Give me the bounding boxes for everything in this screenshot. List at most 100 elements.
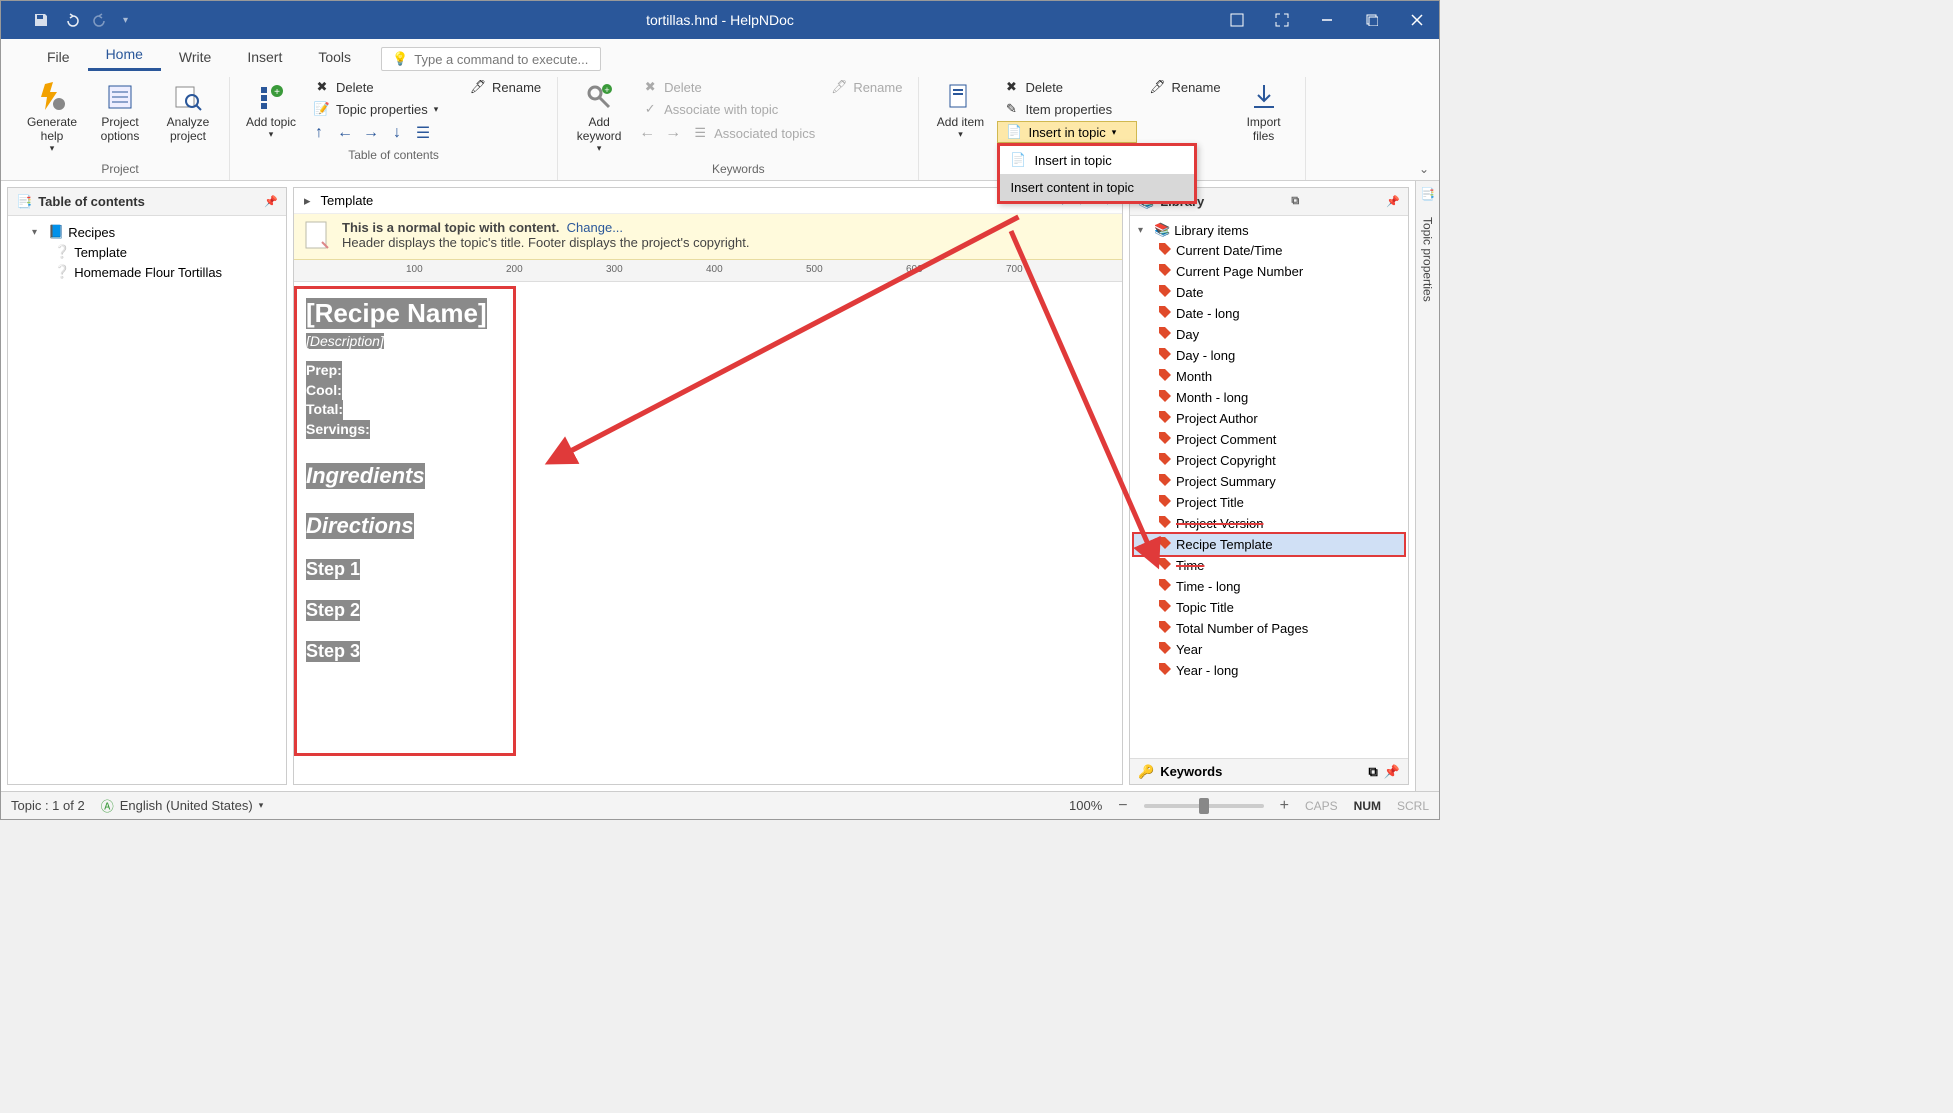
caps-indicator: CAPS [1305, 799, 1338, 813]
toc-move-up[interactable]: ↑ [308, 123, 330, 143]
generate-help-button[interactable]: Generate help▾ [21, 77, 83, 158]
toc-item-tortillas[interactable]: ❔Homemade Flour Tortillas [14, 262, 280, 282]
save-icon[interactable] [33, 12, 49, 28]
change-link[interactable]: Change... [567, 220, 623, 235]
command-search-placeholder: Type a command to execute... [414, 52, 588, 67]
library-item[interactable]: Project Copyright [1134, 450, 1404, 471]
recipe-desc: [Description] [306, 333, 384, 349]
tag-icon [1158, 284, 1172, 301]
tag-icon [1158, 326, 1172, 343]
tag-icon [1158, 515, 1172, 532]
library-item[interactable]: Date [1134, 282, 1404, 303]
zoom-slider[interactable] [1144, 804, 1264, 808]
library-item[interactable]: Project Summary [1134, 471, 1404, 492]
toc-list-button[interactable]: ☰ [412, 123, 434, 143]
undo-icon[interactable] [63, 12, 79, 28]
library-item[interactable]: Total Number of Pages [1134, 618, 1404, 639]
library-item[interactable]: Recipe Template [1134, 534, 1404, 555]
library-delete-button[interactable]: ✖Delete [997, 77, 1137, 97]
library-item[interactable]: Date - long [1134, 303, 1404, 324]
pin-icon[interactable]: 📌 [1386, 195, 1400, 208]
bulb-icon: 💡 [392, 51, 408, 67]
pin-icon[interactable]: 📌 [1384, 764, 1400, 780]
library-item[interactable]: Project Version [1134, 513, 1404, 534]
library-item[interactable]: Time - long [1134, 576, 1404, 597]
properties-icon: 📝 [314, 101, 330, 117]
library-item[interactable]: Project Title [1134, 492, 1404, 513]
toc-move-right[interactable]: → [360, 123, 382, 143]
toc-root[interactable]: ▾📘Recipes [14, 222, 280, 242]
group-label-project: Project [101, 162, 138, 176]
folder-icon: 📚 [1154, 222, 1170, 238]
tab-insert[interactable]: Insert [229, 43, 300, 71]
menu-insert-in-topic[interactable]: 📄Insert in topic [1000, 146, 1194, 174]
tab-home[interactable]: Home [88, 40, 161, 71]
side-tab-topic-properties[interactable]: Topic properties [1421, 211, 1435, 308]
tab-tools[interactable]: Tools [300, 43, 369, 71]
close-button[interactable] [1394, 1, 1439, 39]
add-keyword-button[interactable]: + Add keyword▾ [568, 77, 630, 158]
restore-icon[interactable]: ⧉ [1291, 195, 1299, 208]
insert-in-topic-button[interactable]: 📄 Insert in topic ▾ [997, 121, 1137, 143]
status-language[interactable]: English (United States) [120, 798, 253, 813]
group-label-toc: Table of contents [348, 148, 439, 162]
toc-delete-button[interactable]: ✖Delete [308, 77, 458, 97]
import-files-button[interactable]: Import files [1233, 77, 1295, 147]
pin-icon[interactable]: 📌 [264, 195, 278, 208]
tag-icon [1158, 452, 1172, 469]
menu-insert-content-in-topic[interactable]: Insert content in topic [1000, 174, 1194, 201]
add-item-button[interactable]: Add item▾ [929, 77, 991, 144]
toc-icon: 📑 [16, 194, 32, 210]
library-root[interactable]: ▾📚Library items [1134, 220, 1404, 240]
kw-move-right: → [662, 123, 684, 143]
toc-rename-button[interactable]: 🖊Rename [464, 77, 547, 97]
toc-move-down[interactable]: ↓ [386, 123, 408, 143]
library-item[interactable]: Project Comment [1134, 429, 1404, 450]
keyword-rename-button: 🖊Rename [825, 77, 908, 97]
zoom-out-button[interactable]: − [1118, 797, 1127, 815]
command-search[interactable]: 💡 Type a command to execute... [381, 47, 601, 71]
maximize-button[interactable] [1349, 1, 1394, 39]
library-rename-button[interactable]: 🖊Rename [1143, 77, 1226, 97]
breadcrumb-caret-icon[interactable]: ▸ [304, 193, 311, 209]
book-icon: 📘 [48, 224, 64, 240]
library-item[interactable]: Topic Title [1134, 597, 1404, 618]
minimize-button[interactable] [1304, 1, 1349, 39]
library-item[interactable]: Current Date/Time [1134, 240, 1404, 261]
collapse-ribbon-icon[interactable]: ⌄ [1419, 162, 1429, 176]
insert-in-topic-menu: 📄Insert in topic Insert content in topic [997, 143, 1197, 204]
redo-icon[interactable] [93, 12, 109, 28]
library-item[interactable]: Day [1134, 324, 1404, 345]
library-item[interactable]: Month [1134, 366, 1404, 387]
fullscreen-icon[interactable] [1259, 1, 1304, 39]
editor-page[interactable]: [Recipe Name] [Description] Prep: Cool: … [294, 282, 1122, 784]
tab-write[interactable]: Write [161, 43, 229, 71]
tab-file[interactable]: File [29, 43, 88, 71]
analyze-project-button[interactable]: Analyze project [157, 77, 219, 147]
keyword-associate-button: ✓Associate with topic [636, 99, 819, 119]
tag-icon [1158, 431, 1172, 448]
pencil-icon: ✎ [1003, 101, 1019, 117]
toc-item-template[interactable]: ❔Template [14, 242, 280, 262]
library-item[interactable]: Current Page Number [1134, 261, 1404, 282]
toc-topic-properties-button[interactable]: 📝Topic properties ▾ [308, 99, 458, 119]
side-tab-icon[interactable]: 📑 [1420, 187, 1435, 201]
library-item[interactable]: Month - long [1134, 387, 1404, 408]
zoom-in-button[interactable]: + [1280, 797, 1289, 815]
library-item[interactable]: Year - long [1134, 660, 1404, 681]
insert-icon: 📄 [1006, 124, 1022, 140]
focus-icon[interactable] [1214, 1, 1259, 39]
library-item[interactable]: Time [1134, 555, 1404, 576]
library-item-properties-button[interactable]: ✎Item properties [997, 99, 1137, 119]
project-options-button[interactable]: Project options [89, 77, 151, 147]
restore-icon[interactable]: ⧉ [1369, 764, 1378, 780]
library-item[interactable]: Year [1134, 639, 1404, 660]
rename-icon: 🖊 [831, 79, 847, 95]
library-item[interactable]: Day - long [1134, 345, 1404, 366]
ruler[interactable]: 100200300400500600700 [294, 260, 1122, 282]
ribbon: Generate help▾ Project options Analyze p… [1, 71, 1439, 181]
add-topic-button[interactable]: + Add topic▾ [240, 77, 302, 144]
breadcrumb[interactable]: Template [321, 193, 374, 208]
library-item[interactable]: Project Author [1134, 408, 1404, 429]
toc-move-left[interactable]: ← [334, 123, 356, 143]
